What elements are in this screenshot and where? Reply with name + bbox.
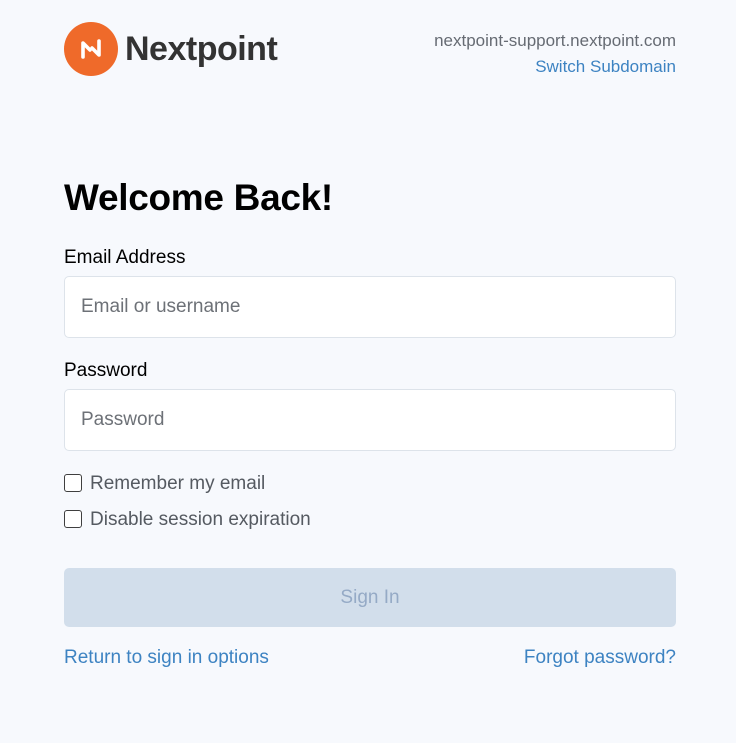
subdomain-host: nextpoint-support.nextpoint.com	[434, 31, 676, 50]
header: Nextpoint nextpoint-support.nextpoint.co…	[64, 22, 676, 82]
n-mark-icon	[81, 39, 101, 59]
password-input[interactable]	[64, 389, 676, 451]
nextpoint-logo-icon	[64, 22, 118, 76]
disable-expiration-label[interactable]: Disable session expiration	[90, 510, 311, 529]
sign-in-button[interactable]: Sign In	[64, 568, 676, 627]
brand: Nextpoint	[64, 22, 278, 76]
remember-email-label[interactable]: Remember my email	[90, 474, 265, 493]
return-to-sign-in-options-link[interactable]: Return to sign in options	[64, 647, 269, 670]
remember-email-row[interactable]: Remember my email	[64, 471, 265, 495]
disable-expiration-checkbox[interactable]	[64, 510, 82, 528]
email-label: Email Address	[64, 247, 186, 268]
switch-subdomain-link[interactable]: Switch Subdomain	[434, 58, 676, 75]
login-page: Nextpoint nextpoint-support.nextpoint.co…	[64, 0, 676, 743]
password-label: Password	[64, 360, 148, 381]
email-input[interactable]	[64, 276, 676, 338]
disable-expiration-row[interactable]: Disable session expiration	[64, 507, 311, 531]
forgot-password-link[interactable]: Forgot password?	[524, 647, 676, 670]
page-title: Welcome Back!	[64, 177, 333, 218]
remember-email-checkbox[interactable]	[64, 474, 82, 492]
subdomain-info: nextpoint-support.nextpoint.com Switch S…	[434, 32, 676, 75]
brand-name: Nextpoint	[125, 30, 278, 68]
